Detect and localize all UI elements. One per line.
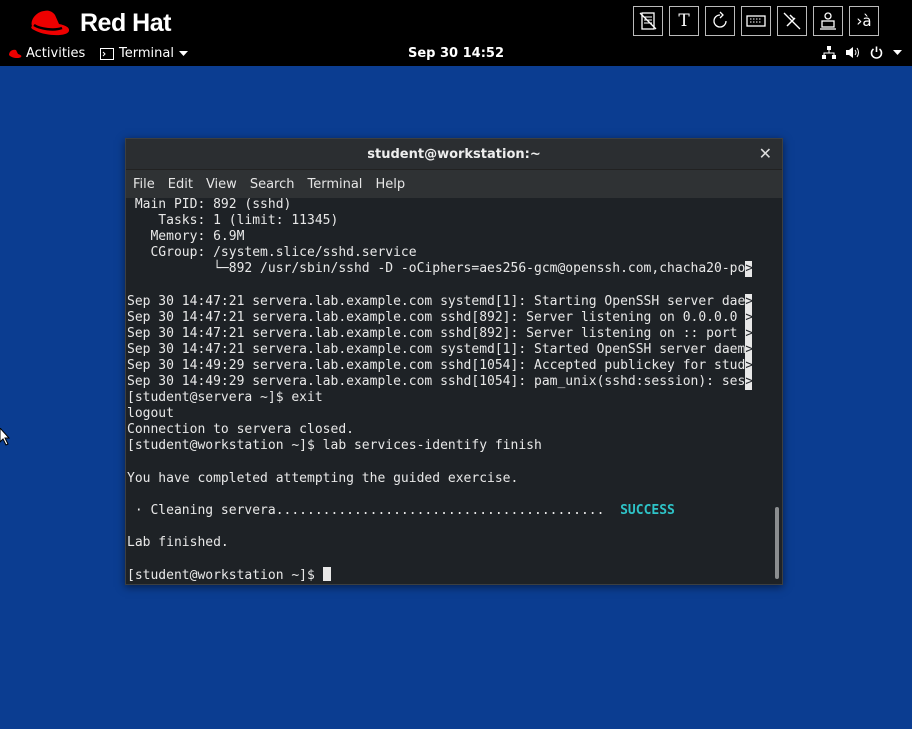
text-cursor	[322, 567, 331, 582]
terminal-line: · Cleaning servera......................…	[126, 503, 774, 519]
user-icon[interactable]	[813, 6, 843, 36]
menu-terminal[interactable]: Terminal	[307, 177, 362, 192]
menu-file[interactable]: File	[133, 177, 155, 192]
terminal-menubar: File Edit View Search Terminal Help	[126, 170, 782, 198]
terminal-line: Sep 30 14:47:21 servera.lab.example.com …	[126, 325, 774, 342]
terminal-line-text: Sep 30 14:47:21 servera.lab.example.com …	[127, 341, 746, 357]
terminal-line-text: Sep 30 14:47:21 servera.lab.example.com …	[127, 309, 746, 325]
terminal-line-text: [student@servera ~]$ exit	[127, 390, 323, 406]
accessibility-toolbar: T ›à	[633, 6, 879, 36]
terminal-line: Lab finished.	[126, 535, 774, 551]
terminal-line: [student@servera ~]$ exit	[126, 390, 774, 406]
terminal-line: You have completed attempting the guided…	[126, 471, 774, 487]
menu-view[interactable]: View	[206, 177, 237, 192]
truncation-marker: >	[745, 293, 754, 310]
terminal-line: [student@workstation ~]$ lab services-id…	[126, 438, 774, 454]
clock[interactable]: Sep 30 14:52	[0, 46, 912, 61]
status-success: SUCCESS	[620, 502, 675, 518]
input-method-icon[interactable]: ›à	[849, 6, 879, 36]
terminal-line-text: └─892 /usr/sbin/sshd -D -oCiphers=aes256…	[127, 261, 746, 277]
redhat-logo: Red Hat	[26, 6, 171, 40]
terminal-line: Sep 30 14:47:21 servera.lab.example.com …	[126, 309, 774, 326]
terminal-line-text: logout	[127, 406, 174, 422]
terminal-line: [student@workstation ~]$	[126, 567, 774, 583]
terminal-line: Connection to servera closed.	[126, 422, 774, 438]
terminal-line-text: [student@workstation ~]$ lab services-id…	[127, 438, 542, 454]
document-icon[interactable]	[633, 6, 663, 36]
power-icon	[870, 46, 883, 59]
truncation-marker: >	[745, 341, 754, 358]
refresh-icon[interactable]	[705, 6, 735, 36]
terminal-line-text: Memory: 6.9M	[127, 229, 245, 245]
terminal-line: logout	[126, 406, 774, 422]
terminal-window[interactable]: student@workstation:~ ✕ File Edit View S…	[125, 138, 783, 585]
truncation-marker: >	[745, 325, 754, 342]
truncation-marker: >	[745, 309, 754, 326]
truncation-marker: >	[745, 374, 754, 391]
terminal-line: Sep 30 14:47:21 servera.lab.example.com …	[126, 293, 774, 310]
terminal-line-text: Sep 30 14:47:21 servera.lab.example.com …	[127, 325, 746, 341]
terminal-line: Main PID: 892 (sshd)	[126, 197, 774, 213]
no-tools-icon[interactable]	[777, 6, 807, 36]
system-status-area[interactable]	[822, 46, 902, 59]
terminal-line: Sep 30 14:49:29 servera.lab.example.com …	[126, 357, 774, 375]
terminal-output[interactable]: Main PID: 892 (sshd) Tasks: 1 (limit: 11…	[126, 197, 774, 585]
chevron-down-icon	[893, 49, 902, 55]
truncation-marker: >	[745, 261, 754, 278]
terminal-line: Memory: 6.9M	[126, 229, 774, 245]
text-icon[interactable]: T	[669, 6, 699, 36]
terminal-line: Tasks: 1 (limit: 11345)	[126, 213, 774, 229]
gnome-panel: Activities Terminal Sep 30 14:52	[0, 43, 912, 65]
terminal-line-text: Connection to servera closed.	[127, 422, 354, 438]
close-icon[interactable]: ✕	[759, 144, 772, 163]
terminal-line-text: Sep 30 14:49:29 servera.lab.example.com …	[127, 374, 746, 390]
terminal-line-text: Lab finished.	[127, 534, 229, 550]
terminal-line-text: You have completed attempting the guided…	[127, 470, 519, 486]
terminal-line: Sep 30 14:49:29 servera.lab.example.com …	[126, 374, 774, 391]
terminal-line-text: Tasks: 1 (limit: 11345)	[127, 213, 339, 229]
top-bar: Red Hat T ›à Activities Terminal Sep 30 …	[0, 0, 912, 66]
terminal-line-text: Sep 30 14:49:29 servera.lab.example.com …	[127, 357, 746, 373]
network-icon	[822, 46, 836, 59]
brand-name: Red Hat	[80, 8, 171, 37]
redhat-hat-icon	[31, 10, 70, 36]
terminal-line-text: · Cleaning servera......................…	[127, 502, 621, 518]
terminal-line-text: [student@workstation ~]$	[127, 568, 323, 584]
mouse-cursor-icon	[0, 427, 11, 450]
menu-edit[interactable]: Edit	[168, 177, 193, 192]
menu-help[interactable]: Help	[375, 177, 405, 192]
scrollbar-thumb[interactable]	[775, 507, 779, 579]
volume-icon	[846, 47, 859, 58]
window-title: student@workstation:~	[367, 147, 541, 162]
terminal-line-text: Sep 30 14:47:21 servera.lab.example.com …	[127, 293, 746, 309]
terminal-line-text: Main PID: 892 (sshd)	[127, 197, 292, 212]
menu-search[interactable]: Search	[250, 177, 295, 192]
terminal-line: └─892 /usr/sbin/sshd -D -oCiphers=aes256…	[126, 261, 774, 278]
terminal-line: CGroup: /system.slice/sshd.service	[126, 245, 774, 261]
terminal-line: Sep 30 14:47:21 servera.lab.example.com …	[126, 341, 774, 358]
scrollbar[interactable]	[774, 197, 780, 585]
keyboard-icon[interactable]	[741, 6, 771, 36]
terminal-line-text: CGroup: /system.slice/sshd.service	[127, 245, 417, 261]
truncation-marker: >	[745, 357, 754, 375]
window-titlebar[interactable]: student@workstation:~ ✕	[126, 139, 782, 170]
